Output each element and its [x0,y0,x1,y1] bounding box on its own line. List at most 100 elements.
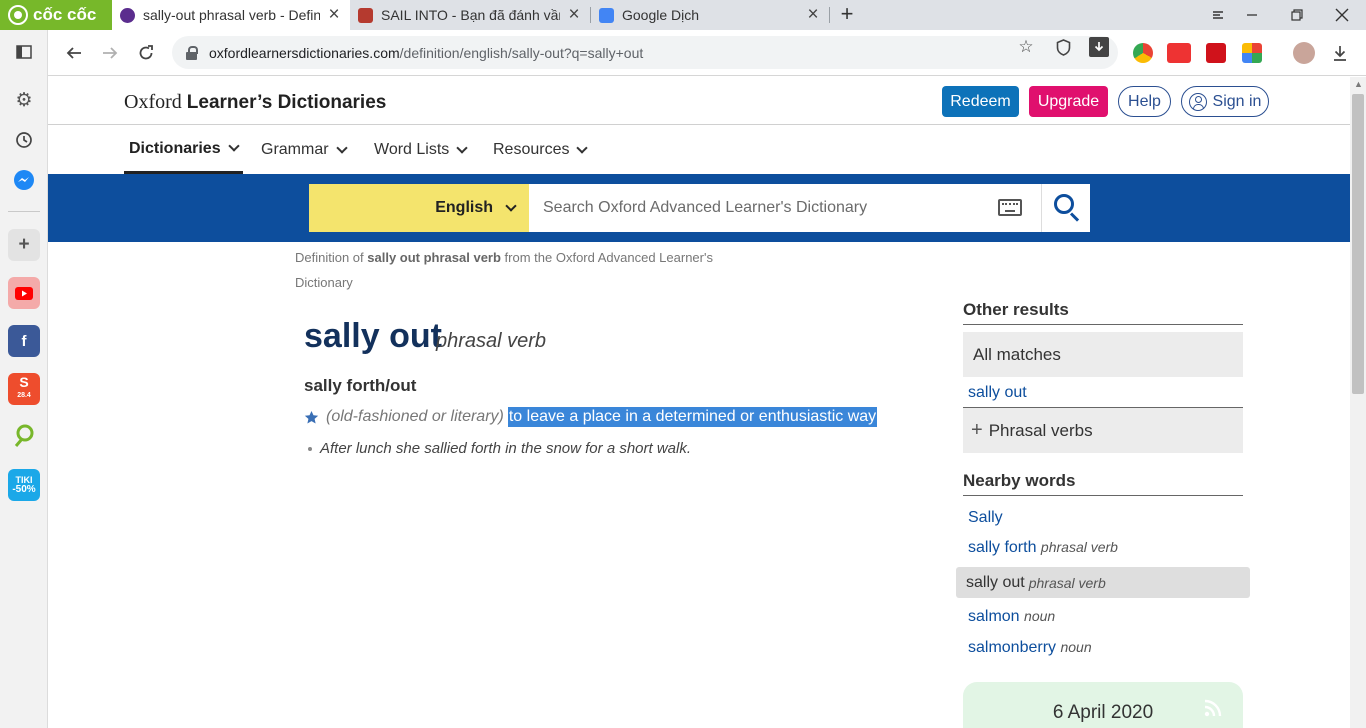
nearby-word-link[interactable]: salmon noun [968,608,1055,626]
youtube-icon[interactable] [8,277,40,309]
new-tab-button[interactable]: + [836,3,858,27]
minimize-button[interactable] [1232,0,1272,30]
bullet-icon [308,446,312,451]
rss-icon[interactable] [1204,699,1222,717]
page-scrollbar[interactable]: ▲ [1350,77,1366,728]
browser-toolbar: oxfordlearnersdictionaries.com/definitio… [0,30,1366,76]
nearby-word-pos: noun [1060,639,1092,655]
reload-button[interactable] [131,38,161,68]
nav-label: Word Lists [374,141,450,158]
messenger-icon[interactable] [8,164,40,196]
idiom-heading: sally forth/out [304,376,417,395]
address-bar[interactable]: oxfordlearnersdictionaries.com/definitio… [172,36,1118,69]
lock-icon [186,45,198,60]
tab-sally-out[interactable]: sally-out phrasal verb - Definiti × [112,0,350,30]
word-of-the-day-date: 6 April 2020 [1052,702,1154,723]
nearby-word-current[interactable]: sally out phrasal verb [956,567,1250,598]
all-matches-link[interactable]: sally out [968,384,1027,402]
definition-of-caption: Definition of sally out phrasal verb fro… [295,245,735,295]
coccoc-logo-icon [8,5,28,25]
nearby-words-title: Nearby words [963,471,1243,496]
add-shortcut-icon[interactable]: + [8,229,40,261]
coccoc-brand[interactable]: cốc cốc [0,0,112,30]
search-band: English [48,174,1350,242]
nearby-word-pos: noun [1024,608,1056,624]
close-tab-icon[interactable]: × [326,4,342,26]
definition-of-prefix: Definition of [295,250,368,265]
chevron-down-icon [227,140,240,152]
search-icon-handle [1069,212,1080,222]
upgrade-button[interactable]: Upgrade [1029,86,1108,117]
new-extension-icon[interactable] [1167,43,1191,63]
plus-icon: + [971,419,983,441]
oxford-3000-star-icon[interactable] [304,410,319,425]
close-tab-icon[interactable]: × [805,4,821,26]
redeem-button[interactable]: Redeem [942,86,1019,117]
keyboard-icon[interactable] [998,199,1022,216]
nearby-word-pos: phrasal verb [1028,574,1106,591]
nearby-word: Sally [968,509,1003,526]
nav-dictionaries[interactable]: Dictionaries [124,126,243,174]
chevron-down-icon [576,141,589,154]
settings-gear-icon[interactable]: ⚙ [8,84,40,116]
shopee-icon[interactable]: S 28.4 [8,373,40,405]
bookmark-star-icon[interactable]: ☆ [1016,37,1036,57]
scroll-up-icon[interactable]: ▲ [1354,79,1363,89]
nearby-word: salmon [968,608,1020,625]
definition-of-term: sally out phrasal verb [367,250,501,265]
url-path: /definition/english/sally-out?q=sally+ou… [399,44,644,61]
nav-resources[interactable]: Resources [488,126,591,174]
nav-word-lists[interactable]: Word Lists [369,126,471,174]
nearby-word-pos: phrasal verb [1040,539,1118,555]
history-icon[interactable] [8,124,40,156]
forward-button[interactable] [95,38,125,68]
profile-avatar[interactable] [1293,42,1315,64]
chrome-extension-icon[interactable] [1133,43,1153,63]
web-page: Oxford Learner’s Dictionaries Redeem Upg… [48,77,1350,728]
site-logo[interactable]: Oxford Learner’s Dictionaries [124,91,386,114]
tab-separator [829,7,830,23]
search-box [529,184,1041,232]
sign-in-button[interactable]: Sign in [1181,86,1269,117]
word-of-the-day-card[interactable]: 6 April 2020 [963,682,1243,728]
google-translate-favicon-icon [599,7,614,23]
close-window-button[interactable] [1322,0,1362,30]
scrollbar-thumb[interactable] [1352,94,1364,394]
language-select[interactable]: English [309,184,529,232]
tab-strip: cốc cốc sally-out phrasal verb - Definit… [0,0,1366,30]
tab-google-translate[interactable]: Google Dịch × [591,0,829,30]
search-button[interactable] [1041,184,1090,232]
sense: (old-fashioned or literary) to leave a p… [304,406,878,428]
browser-sidebar: ⚙ + f S 28.4 TIKI -50% [0,30,48,728]
help-button[interactable]: Help [1118,86,1171,117]
facebook-icon[interactable]: f [8,325,40,357]
search-input[interactable] [543,199,973,217]
sync-extension-icon[interactable] [1206,43,1226,63]
shield-icon[interactable] [1053,37,1073,57]
nav-label: Grammar [261,141,329,158]
download-page-icon[interactable] [1089,37,1109,57]
chevron-down-icon [335,141,348,154]
nearby-word-link[interactable]: sally forth phrasal verb [968,539,1118,557]
tab-title: sally-out phrasal verb - Definiti [143,7,320,23]
nearby-word: sally out [966,573,1025,591]
close-tab-icon[interactable]: × [566,4,582,26]
color-extension-icon[interactable] [1242,43,1262,63]
all-matches-header[interactable]: All matches [963,332,1243,377]
tab-sail-into[interactable]: SAIL INTO - Bạn đã đánh vần × [350,0,590,30]
sidebar-toggle-icon[interactable] [8,36,40,68]
nearby-word: salmonberry [968,639,1057,656]
back-button[interactable] [59,38,89,68]
nearby-word-link[interactable]: Sally [968,509,1003,527]
search-icon [1054,194,1074,214]
phrasal-verbs-header[interactable]: + Phrasal verbs [963,407,1243,453]
downloads-icon[interactable] [1330,43,1350,63]
phrasal-verbs-label: Phrasal verbs [988,420,1093,440]
tiki-icon[interactable]: TIKI -50% [8,469,40,501]
restore-button[interactable] [1277,0,1317,30]
leaf-extension-icon[interactable] [8,419,40,451]
logo-oxford: Oxford [124,91,182,113]
shopee-badge: 28.4 [17,392,31,399]
nav-grammar[interactable]: Grammar [256,126,351,174]
nearby-word-link[interactable]: salmonberry noun [968,639,1092,657]
